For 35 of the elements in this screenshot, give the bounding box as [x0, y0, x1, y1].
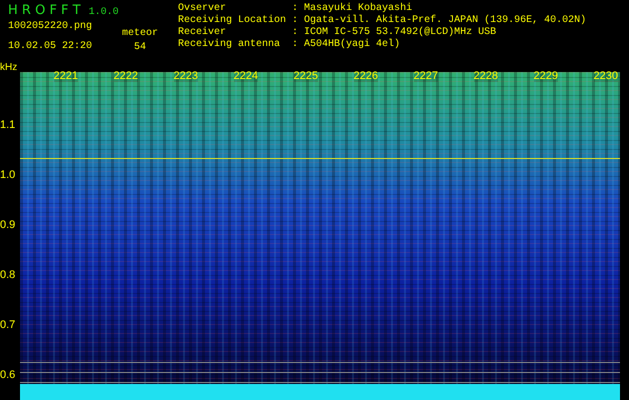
time-label: 2230 — [594, 70, 618, 82]
time-label: 2227 — [414, 70, 438, 82]
info-value: Ogata-vill. Akita-Pref. JAPAN (139.96E, 40.02N) — [304, 15, 586, 26]
info-separator: : — [292, 3, 298, 15]
time-label: 2225 — [294, 70, 318, 82]
axis-tick-label: 1.0 — [0, 169, 16, 181]
info-separator: : — [292, 27, 298, 39]
info-separator: : — [292, 39, 298, 51]
date-time: 10.02.05 22:20 — [8, 41, 92, 53]
axis-tick-label: 0.7 — [0, 319, 16, 331]
time-label: 2221 — [54, 70, 78, 82]
time-label: 2229 — [534, 70, 558, 82]
axis-tick-label: 0.6 — [0, 369, 16, 381]
app-version: 1.0.0 — [88, 7, 119, 18]
axis-unit: kHz — [0, 62, 18, 73]
info-label: Receiving antenna — [178, 39, 282, 51]
time-label: 2223 — [174, 70, 198, 82]
time-label: 2224 — [234, 70, 258, 82]
time-label: 2226 — [354, 70, 378, 82]
time-label: 2222 — [114, 70, 138, 82]
info-value: ICOM IC-575 53.7492(@LCD)MHz USB — [304, 27, 498, 38]
info-separator: : — [292, 15, 298, 27]
axis-tick-label: 0.9 — [0, 219, 16, 231]
counter-value: 54 — [134, 42, 146, 54]
info-label: Receiving Location — [178, 15, 286, 26]
counter-label: meteor — [122, 28, 158, 40]
info-value: A504HB(yagi 4el) — [304, 39, 402, 51]
file-name: 1002052220.png — [8, 21, 92, 33]
app-title: H R O F F T — [8, 3, 81, 18]
info-value: Masayuki Kobayashi — [304, 3, 414, 14]
axis-tick-label: 0.8 — [0, 269, 16, 281]
info-label: Receiver — [178, 27, 228, 38]
info-label: Ovserver — [178, 3, 228, 14]
time-label: 2228 — [474, 70, 498, 82]
axis-tick-label: 1.1 — [0, 119, 16, 131]
